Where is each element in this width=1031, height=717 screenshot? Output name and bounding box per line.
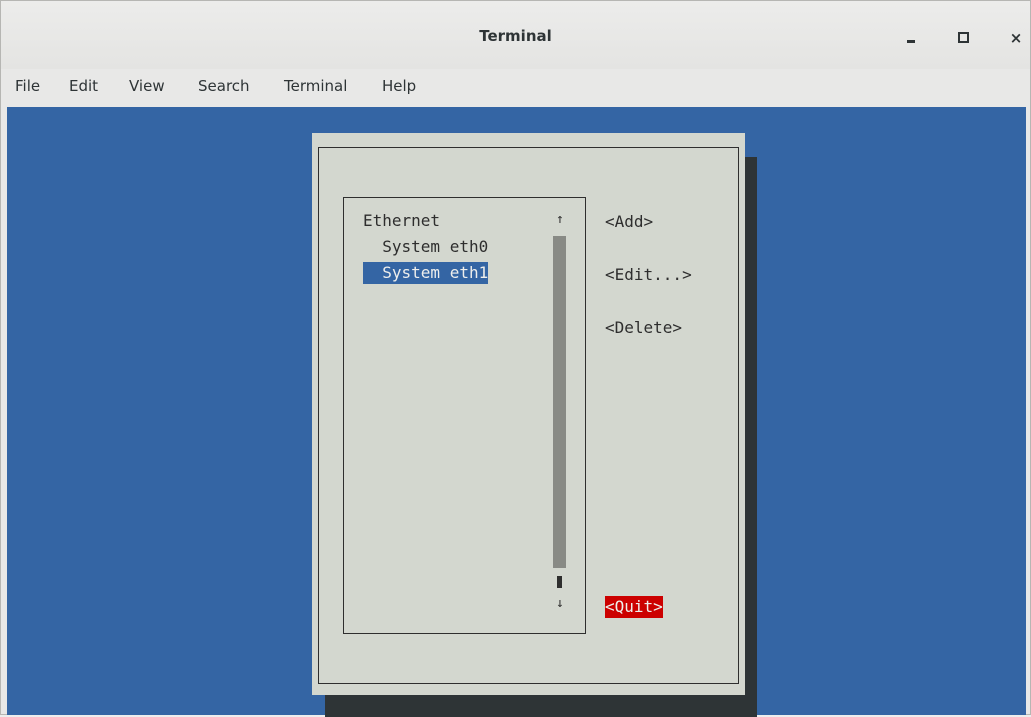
scrollbar-thumb[interactable] (557, 576, 562, 588)
scroll-up-arrow-icon[interactable]: ↑ (556, 212, 564, 227)
terminal-area[interactable]: Ethernet System eth0 System eth1 ↑ ↓ <Ad… (7, 107, 1026, 717)
terminal-window: Terminal × File Edit View Search Termina… (0, 0, 1031, 717)
connection-list[interactable]: Ethernet System eth0 System eth1 ↑ ↓ (343, 197, 586, 634)
minimize-button[interactable] (899, 27, 923, 49)
window-title: Terminal (479, 27, 552, 45)
maximize-button[interactable] (951, 27, 975, 49)
maximize-icon (957, 32, 969, 43)
menu-file[interactable]: File (15, 77, 40, 95)
menu-search[interactable]: Search (198, 77, 250, 95)
scroll-down-arrow-icon[interactable]: ↓ (556, 596, 564, 611)
close-icon: × (1009, 29, 1023, 47)
edit-button[interactable]: <Edit...> (605, 264, 692, 286)
title-bar[interactable]: Terminal × (1, 1, 1030, 69)
list-item-system-eth1[interactable]: System eth1 (363, 262, 489, 284)
menu-help[interactable]: Help (382, 77, 416, 95)
menu-edit[interactable]: Edit (69, 77, 98, 95)
menu-view[interactable]: View (129, 77, 165, 95)
menu-terminal[interactable]: Terminal (284, 77, 347, 95)
menu-bar: File Edit View Search Terminal Help (1, 69, 1030, 105)
connection-dialog: Ethernet System eth0 System eth1 ↑ ↓ <Ad… (312, 133, 745, 695)
list-item-ethernet[interactable]: Ethernet (363, 210, 440, 232)
scrollbar-track[interactable] (553, 236, 566, 568)
close-button[interactable]: × (1004, 27, 1028, 49)
minimize-icon (907, 40, 915, 43)
delete-button[interactable]: <Delete> (605, 317, 682, 339)
add-button[interactable]: <Add> (605, 211, 653, 233)
list-item-system-eth0[interactable]: System eth0 (363, 236, 488, 258)
quit-button[interactable]: <Quit> (605, 596, 663, 618)
